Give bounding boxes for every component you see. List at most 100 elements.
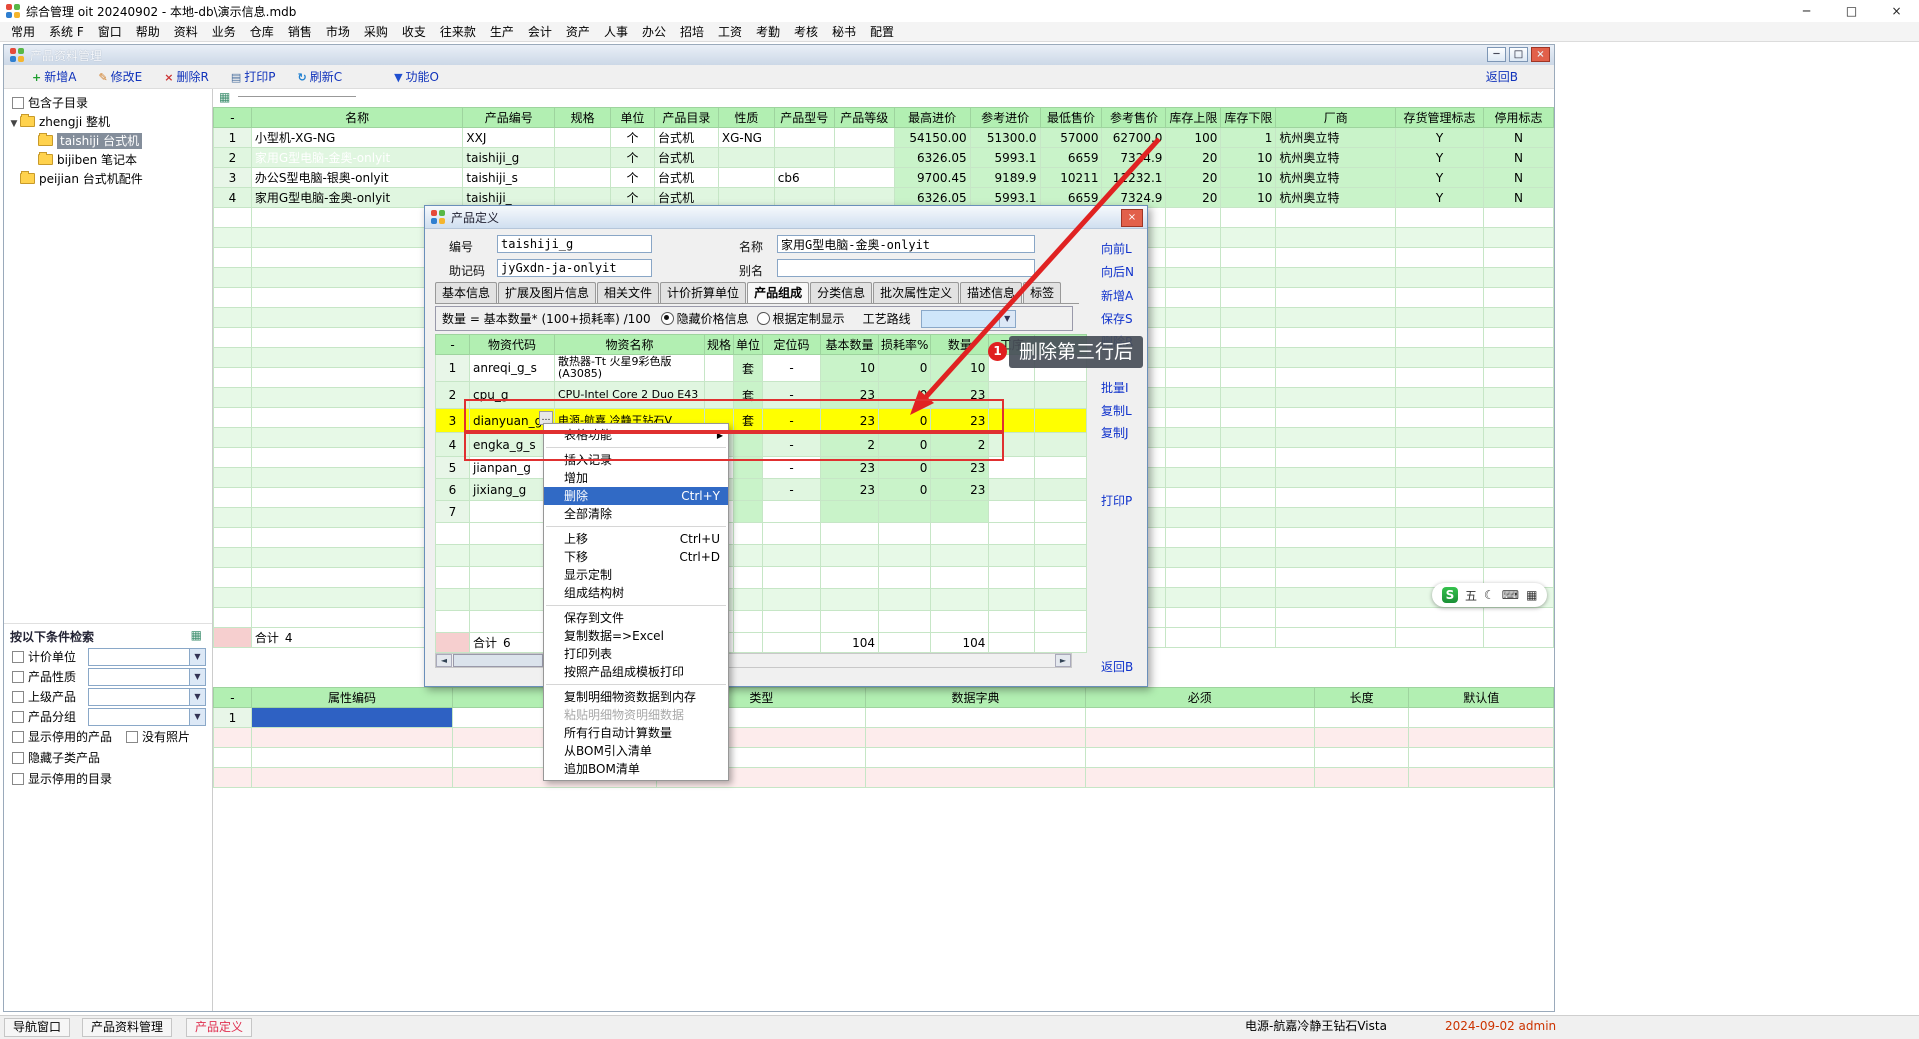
bom-cell[interactable]: 2 <box>436 382 470 409</box>
menubar-item-21[interactable]: 秘书 <box>825 22 863 41</box>
menubar-item-14[interactable]: 资产 <box>559 22 597 41</box>
filter-checkbox[interactable] <box>12 711 24 723</box>
moon-icon[interactable]: ☾ <box>1484 588 1495 602</box>
menubar-item-9[interactable]: 采购 <box>357 22 395 41</box>
include-subdir-checkbox[interactable] <box>12 97 24 109</box>
context-menu-item-9[interactable]: 显示定制 <box>544 566 728 584</box>
bom-cell[interactable] <box>734 457 763 479</box>
context-menu-item-19[interactable]: 所有行自动计算数量 <box>544 724 728 742</box>
context-menu-item-2[interactable]: 插入记录 <box>544 451 728 469</box>
product-cell[interactable] <box>774 148 834 168</box>
product-row[interactable]: 3办公S型电脑-银奥-onlyittaishiji_s个台式机cb69700.4… <box>214 168 1554 188</box>
filter-combo[interactable]: ▼ <box>88 668 206 686</box>
chevron-down-icon[interactable]: ▼ <box>189 689 205 705</box>
product-cell[interactable]: 台式机 <box>654 168 718 188</box>
bom-cell[interactable]: 10 <box>821 355 879 382</box>
tab-1[interactable]: 扩展及图片信息 <box>498 282 596 303</box>
close-button[interactable]: × <box>1874 0 1919 22</box>
menubar-item-5[interactable]: 业务 <box>205 22 243 41</box>
bom-cell[interactable]: engka_g_s <box>470 433 555 457</box>
ime-mode-label[interactable]: 五 <box>1465 587 1477 604</box>
products-header-5[interactable]: 产品目录 <box>654 108 718 128</box>
product-cell[interactable]: 办公S型电脑-银奥-onlyit <box>251 168 463 188</box>
product-cell[interactable]: 20 <box>1166 148 1221 168</box>
dialog-hscrollbar[interactable]: ◄ ► <box>435 653 1072 668</box>
tree-item-0[interactable]: ▼zhengji 整机 <box>8 113 210 132</box>
bom-cell[interactable]: 1 <box>436 355 470 382</box>
tab-4[interactable]: 产品组成 <box>747 282 809 303</box>
bom-cell[interactable]: 套 <box>734 409 763 433</box>
menubar-item-12[interactable]: 生产 <box>483 22 521 41</box>
bom-cell[interactable] <box>821 501 879 523</box>
bom-cell[interactable]: 0 <box>879 433 931 457</box>
context-menu-item-0[interactable]: 表格功能▶ <box>544 426 728 444</box>
bom-cell[interactable] <box>734 501 763 523</box>
tree-item-1[interactable]: taishiji 台式机 <box>8 132 210 151</box>
context-menu-item-13[interactable]: 复制数据=>Excel <box>544 627 728 645</box>
product-cell[interactable]: Y <box>1396 168 1484 188</box>
attributes-header-0[interactable]: - <box>214 688 252 708</box>
bom-cell[interactable]: 0 <box>879 479 931 501</box>
radio-icon[interactable] <box>757 312 770 325</box>
product-cell[interactable] <box>718 168 774 188</box>
product-cell[interactable] <box>555 148 611 168</box>
bom-cell[interactable]: 套 <box>734 355 763 382</box>
bom-cell[interactable] <box>879 501 931 523</box>
bom-cell[interactable] <box>989 382 1035 409</box>
tree-expander-icon[interactable]: ▼ <box>8 115 20 132</box>
toolbar-edit-button[interactable]: ✎修改E <box>98 68 142 85</box>
bom-cell[interactable] <box>1035 479 1087 501</box>
products-header-7[interactable]: 产品型号 <box>774 108 834 128</box>
tab-0[interactable]: 基本信息 <box>435 282 497 303</box>
bom-row[interactable]: 2cpu_gCPU-Intel Core 2 Duo E43套-23023 <box>436 382 1087 409</box>
menubar-item-13[interactable]: 会计 <box>521 22 559 41</box>
statusbar-module-button[interactable]: 产品资料管理 <box>82 1018 172 1037</box>
menubar-item-8[interactable]: 市场 <box>319 22 357 41</box>
search-checkbox[interactable] <box>126 731 138 743</box>
products-header-12[interactable]: 参考售价 <box>1102 108 1166 128</box>
attribute-cell[interactable]: 1 <box>214 708 252 728</box>
bom-cell[interactable]: 23 <box>931 457 989 479</box>
product-row[interactable]: 1小型机-XG-NGXXJ个台式机XG-NG54150.0051300.0570… <box>214 128 1554 148</box>
dialog-close-button[interactable]: × <box>1121 209 1143 227</box>
products-header-1[interactable]: 名称 <box>251 108 463 128</box>
bom-cell[interactable]: 3 <box>436 409 470 433</box>
menubar-item-3[interactable]: 帮助 <box>129 22 167 41</box>
product-cell[interactable]: XG-NG <box>718 128 774 148</box>
products-header-15[interactable]: 厂商 <box>1276 108 1396 128</box>
product-cell[interactable]: N <box>1483 128 1553 148</box>
menubar-item-16[interactable]: 办公 <box>635 22 673 41</box>
product-cell[interactable]: 台式机 <box>654 148 718 168</box>
product-cell[interactable]: 9700.45 <box>894 168 970 188</box>
bom-cell[interactable]: 0 <box>879 409 931 433</box>
attribute-cell[interactable] <box>866 708 1085 728</box>
menubar-item-7[interactable]: 销售 <box>281 22 319 41</box>
bom-cell[interactable]: - <box>763 355 821 382</box>
attribute-cell[interactable] <box>1314 708 1409 728</box>
child-minimize-button[interactable]: ─ <box>1487 47 1506 62</box>
search-checkbox[interactable] <box>12 752 24 764</box>
product-cell[interactable]: 台式机 <box>654 128 718 148</box>
search-checkbox[interactable] <box>12 731 24 743</box>
bom-cell[interactable]: 23 <box>821 457 879 479</box>
maximize-button[interactable]: □ <box>1829 0 1874 22</box>
bom-cell[interactable]: - <box>763 479 821 501</box>
menubar-item-0[interactable]: 常用 <box>4 22 42 41</box>
bom-cell[interactable]: CPU-Intel Core 2 Duo E43 <box>555 382 705 409</box>
toolbar-down-arrow-button[interactable]: ▼功能O <box>394 68 439 85</box>
menubar-item-17[interactable]: 招培 <box>673 22 711 41</box>
products-header-10[interactable]: 参考进价 <box>970 108 1040 128</box>
product-cell[interactable]: Y <box>1396 128 1484 148</box>
menubar-item-6[interactable]: 仓库 <box>243 22 281 41</box>
bom-cell[interactable]: 2 <box>821 433 879 457</box>
product-cell[interactable]: 杭州奥立特 <box>1276 188 1396 208</box>
product-cell[interactable]: 20 <box>1166 188 1221 208</box>
product-cell[interactable]: 7324.9 <box>1102 148 1166 168</box>
ime-logo-icon[interactable]: S <box>1442 587 1458 603</box>
attributes-header-1[interactable]: 属性编码 <box>251 688 452 708</box>
bom-cell[interactable] <box>734 433 763 457</box>
dialog-return-button[interactable]: 返回B <box>1101 658 1147 675</box>
bom-cell[interactable]: 0 <box>879 382 931 409</box>
toolbar-plus-button[interactable]: +新增A <box>32 68 76 85</box>
product-cell[interactable]: 杭州奥立特 <box>1276 128 1396 148</box>
